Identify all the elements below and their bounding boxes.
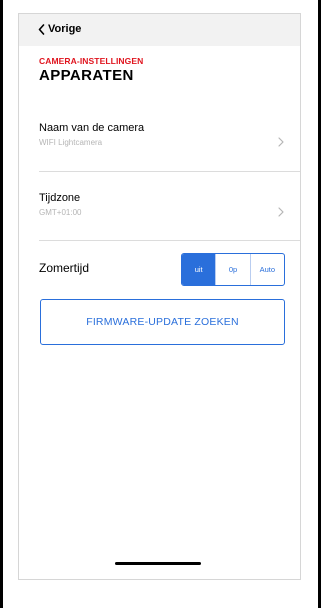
page-title: APPARATEN [39,67,134,84]
dst-segmented-control: uit 0p Auto [181,253,285,286]
section-subtitle: CAMERA-INSTELLINGEN [39,56,144,66]
back-button[interactable]: Vorige [38,23,81,35]
home-indicator [115,562,201,565]
timezone-label: Tijdzone [39,192,81,204]
divider [39,240,300,241]
dst-option-on[interactable]: 0p [215,254,249,285]
timezone-item[interactable]: Tijdzone GMT+01:00 [39,192,284,238]
camera-name-item[interactable]: Naam van de camera WIFI Lightcamera [39,122,284,168]
dst-option-auto[interactable]: Auto [249,254,284,285]
camera-name-label: Naam van de camera [39,122,145,134]
back-label: Vorige [48,23,82,35]
divider [39,171,300,172]
navigation-bar: Vorige [19,14,300,46]
firmware-update-button[interactable]: FIRMWARE-UPDATE ZOEKEN [40,299,285,345]
dst-label: Zomertijd [39,261,90,275]
timezone-value: GMT+01:00 [39,208,82,217]
camera-name-value: WIFI Lightcamera [39,138,103,147]
chevron-right-icon [278,134,284,152]
phone-screen: Vorige CAMERA-INSTELLINGEN APPARATEN Naa… [18,13,301,580]
chevron-left-icon [38,23,45,35]
dst-option-off[interactable]: uit [182,254,216,285]
page-border-left [0,0,3,608]
chevron-right-icon [278,204,284,222]
